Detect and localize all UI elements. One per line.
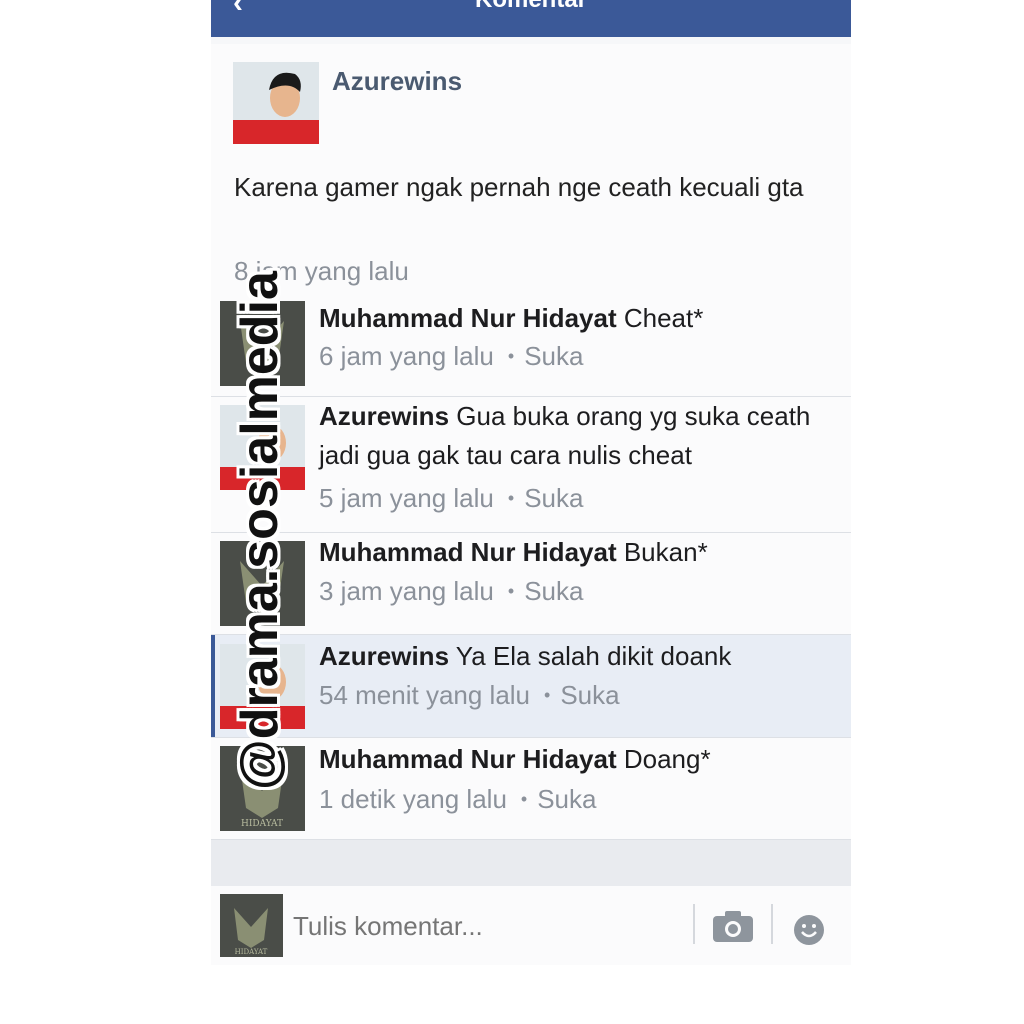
watermark: @drama.sosialmedia: [225, 271, 295, 790]
avatar-label: HIDAYAT: [241, 819, 283, 829]
comment-author[interactable]: Azurewins: [332, 66, 462, 97]
comment-input[interactable]: [291, 910, 630, 943]
camera-icon[interactable]: [711, 908, 755, 944]
reply-meta: 3 jam yang lalu • Suka: [319, 576, 584, 606]
comment-text: Karena gamer ngak pernah nge ceath kecua…: [234, 172, 804, 202]
separator: [693, 904, 695, 944]
like-button[interactable]: Suka: [524, 341, 583, 371]
top-bar: ‹ Komentar: [211, 0, 851, 37]
original-comment: Azurewins Karena gamer ngak pernah nge c…: [211, 44, 851, 299]
emoji-icon[interactable]: [793, 914, 825, 946]
separator: [771, 904, 773, 944]
reply-text: Muhammad Nur Hidayat Doang*: [319, 744, 711, 774]
divider: [211, 840, 851, 886]
reply-meta: 1 detik yang lalu • Suka: [319, 784, 597, 814]
reply-item: Muhammad Nur Hidayat Bukan* 3 jam yang l…: [211, 533, 851, 635]
reply-text: Azurewins Ya Ela salah dikit doank: [319, 641, 732, 671]
reply-meta: 6 jam yang lalu • Suka: [319, 341, 584, 371]
highlight-bar: [211, 635, 215, 737]
avatar-current-user: HIDAYAT: [220, 894, 283, 957]
comments-screen: ‹ Komentar Azurewins Karena gamer ngak p…: [211, 0, 851, 965]
reply-item: HIDAYAT Muhammad Nur Hidayat Doang* 1 de…: [211, 738, 851, 840]
like-button[interactable]: Suka: [560, 680, 619, 710]
like-button[interactable]: Suka: [537, 784, 596, 814]
reply-item-highlighted: Azurewins Ya Ela salah dikit doank 54 me…: [211, 635, 851, 738]
reply-item: Azurewins Gua buka orang yg suka ceath j…: [211, 397, 851, 533]
reply-text: Azurewins Gua buka orang yg suka ceath j…: [319, 401, 811, 470]
reply-meta: 54 menit yang lalu • Suka: [319, 680, 620, 710]
reply-meta: 5 jam yang lalu • Suka: [319, 483, 584, 513]
comment-composer: HIDAYAT: [211, 886, 851, 965]
reply-item: Muhammad Nur Hidayat Cheat* 6 jam yang l…: [211, 299, 851, 397]
reply-text: Muhammad Nur Hidayat Cheat*: [319, 303, 704, 333]
like-button[interactable]: Suka: [524, 576, 583, 606]
reply-text: Muhammad Nur Hidayat Bukan*: [319, 537, 708, 567]
avatar-label: HIDAYAT: [235, 948, 268, 956]
like-button[interactable]: Suka: [524, 483, 583, 513]
page-title: Komentar: [211, 0, 851, 14]
avatar-azurewins[interactable]: [233, 62, 319, 144]
watermark-text: @drama.sosialmedia: [231, 271, 289, 790]
